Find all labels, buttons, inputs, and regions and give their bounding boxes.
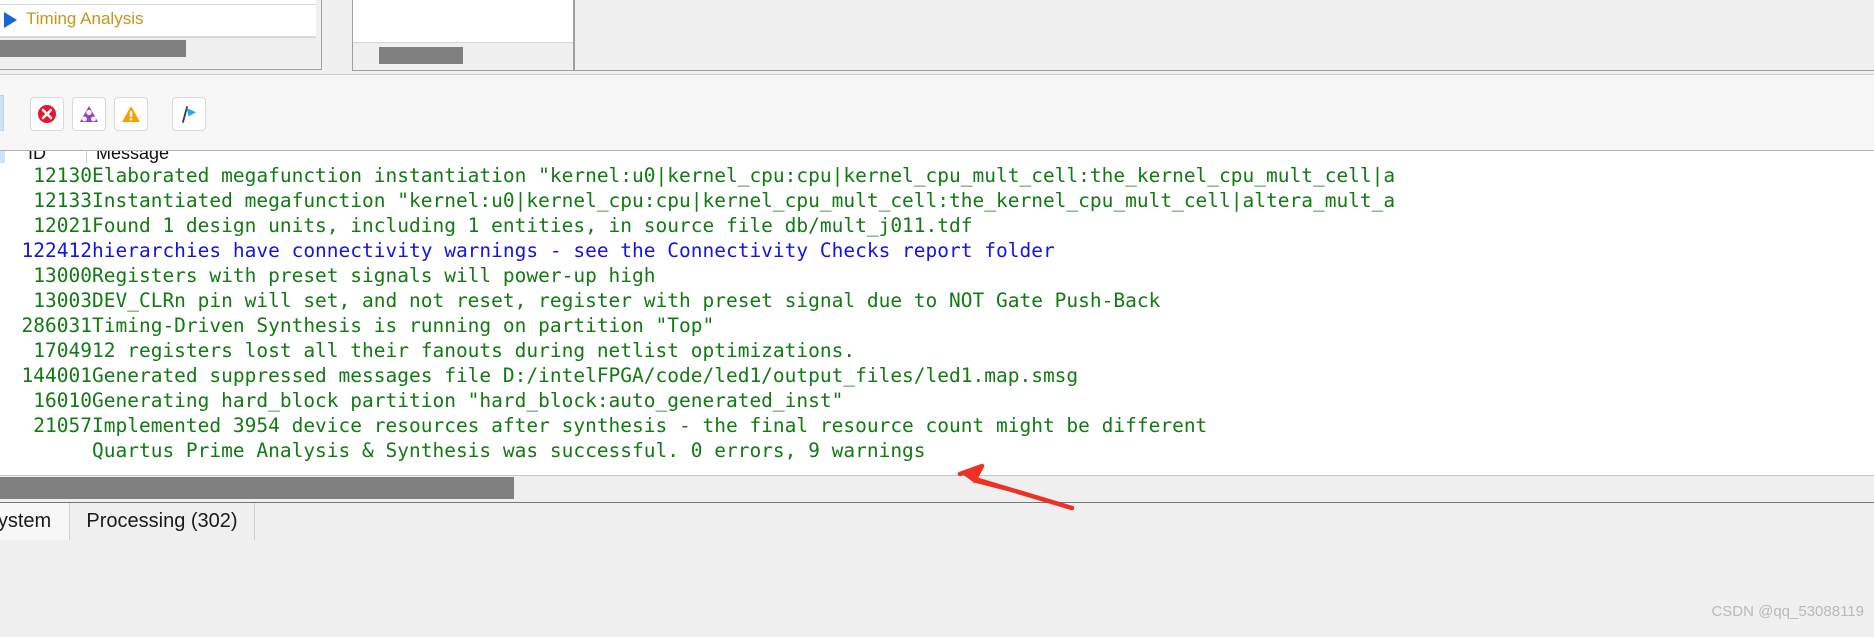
column-header-id[interactable]: ID <box>28 151 46 163</box>
message-id: 13000 <box>33 264 92 287</box>
message-row[interactable]: 13000 Registers with preset signals will … <box>0 263 1874 288</box>
warning-icon <box>115 103 147 125</box>
message-row[interactable]: 12133 Instantiated megafunction "kernel:u… <box>0 188 1874 213</box>
tab-processing-label: Processing (302) <box>86 510 238 532</box>
message-id: 144001 <box>21 364 92 387</box>
message-text: DEV_CLRn pin will set, and not reset, re… <box>92 289 1161 312</box>
task-row-timing-analysis[interactable]: Timing Analysis <box>0 5 316 37</box>
messages-hscrollbar[interactable] <box>0 475 1874 502</box>
task-label: Timing Analysis <box>26 9 144 28</box>
header-left-accent <box>0 151 5 163</box>
run-triangle-icon <box>4 12 17 28</box>
message-text: Instantiated megafunction "kernel:u0|ker… <box>92 189 1396 212</box>
message-row[interactable]: 12021 Found 1 design units, including 1 e… <box>0 213 1874 238</box>
message-row[interactable]: 12130 Elaborated megafunction instantiati… <box>0 163 1874 188</box>
message-text: Quartus Prime Analysis & Synthesis was s… <box>92 439 926 462</box>
secondary-panel-hscrollbar-thumb[interactable] <box>379 47 463 64</box>
flag-icon <box>173 103 205 125</box>
message-row[interactable]: 13003 DEV_CLRn pin will set, and not rese… <box>0 288 1874 313</box>
message-text: Implemented 3954 device resources after … <box>92 414 1208 437</box>
messages-column-header: ID Message <box>0 151 1874 163</box>
message-row[interactable]: 144001 Generated suppressed messages file… <box>0 363 1874 388</box>
message-row[interactable]: 21057 Implemented 3954 device resources a… <box>0 413 1874 438</box>
info-flag-filter-button[interactable] <box>172 97 206 131</box>
message-text: 12 registers lost all their fanouts duri… <box>92 339 856 362</box>
tasks-hscrollbar-thumb[interactable] <box>0 40 186 57</box>
messages-hscrollbar-thumb[interactable] <box>0 477 514 499</box>
message-text: Generating hard_block partition "hard_bl… <box>92 389 844 412</box>
message-id: 21057 <box>33 414 92 437</box>
message-id: 13003 <box>33 289 92 312</box>
toolbar-left-accent <box>0 95 4 131</box>
messages-list-panel: ID Message 12130 Elaborated megafunction … <box>0 150 1874 475</box>
message-id: 17049 <box>33 339 92 362</box>
message-row[interactable]: 286031 Timing-Driven Synthesis is running… <box>0 313 1874 338</box>
message-id: 12133 <box>33 189 92 212</box>
error-filter-button[interactable] <box>30 97 64 131</box>
tasks-hscrollbar[interactable] <box>0 40 316 57</box>
message-text: Elaborated megafunction instantiation "k… <box>92 164 1396 187</box>
message-row[interactable]: 122412 hierarchies have connectivity war… <box>0 238 1874 263</box>
message-text: Generated suppressed messages file D:/in… <box>92 364 1079 387</box>
message-id: 16010 <box>33 389 92 412</box>
column-header-message[interactable]: Message <box>96 151 169 163</box>
messages-toolbar: <<Filter>> Find... <box>0 74 1874 208</box>
critical-warning-filter-button[interactable] <box>72 97 106 131</box>
message-text: Found 1 design units, including 1 entiti… <box>92 214 973 237</box>
warning-filter-button[interactable] <box>114 97 148 131</box>
message-id: 12021 <box>33 214 92 237</box>
tasks-panel: Fitter (Place & Route) Timing Analysis <box>0 0 322 70</box>
message-text: Timing-Driven Synthesis is running on pa… <box>92 314 715 337</box>
secondary-panel <box>352 0 574 71</box>
message-id: 12130 <box>33 164 92 187</box>
message-id: 286031 <box>21 314 92 337</box>
tertiary-panel <box>574 0 1874 71</box>
secondary-panel-content <box>353 0 573 43</box>
message-text: Registers with preset signals will power… <box>92 264 656 287</box>
critical-warning-icon <box>73 103 105 125</box>
message-id: 122412 <box>21 239 92 262</box>
tab-system[interactable]: ystem <box>0 503 70 540</box>
watermark-text: CSDN @qq_53088119 <box>1711 603 1864 620</box>
message-text: hierarchies have connectivity warnings -… <box>92 239 1055 262</box>
upper-panels-strip: Fitter (Place & Route) Timing Analysis <box>0 0 1874 74</box>
tasks-list: Fitter (Place & Route) Timing Analysis <box>0 0 316 38</box>
message-row[interactable]: Quartus Prime Analysis & Synthesis was s… <box>0 438 1874 463</box>
message-row[interactable]: 17049 12 registers lost all their fanouts… <box>0 338 1874 363</box>
bottom-tab-bar: ystem Processing (302) CSDN @qq_53088119 <box>0 502 1874 637</box>
tab-system-label: ystem <box>0 510 52 532</box>
tab-processing[interactable]: Processing (302) <box>70 503 255 540</box>
messages-rows: 12130 Elaborated megafunction instantiati… <box>0 163 1874 463</box>
error-icon <box>31 103 63 125</box>
message-row[interactable]: 16010 Generating hard_block partition "ha… <box>0 388 1874 413</box>
column-divider[interactable] <box>86 151 87 163</box>
